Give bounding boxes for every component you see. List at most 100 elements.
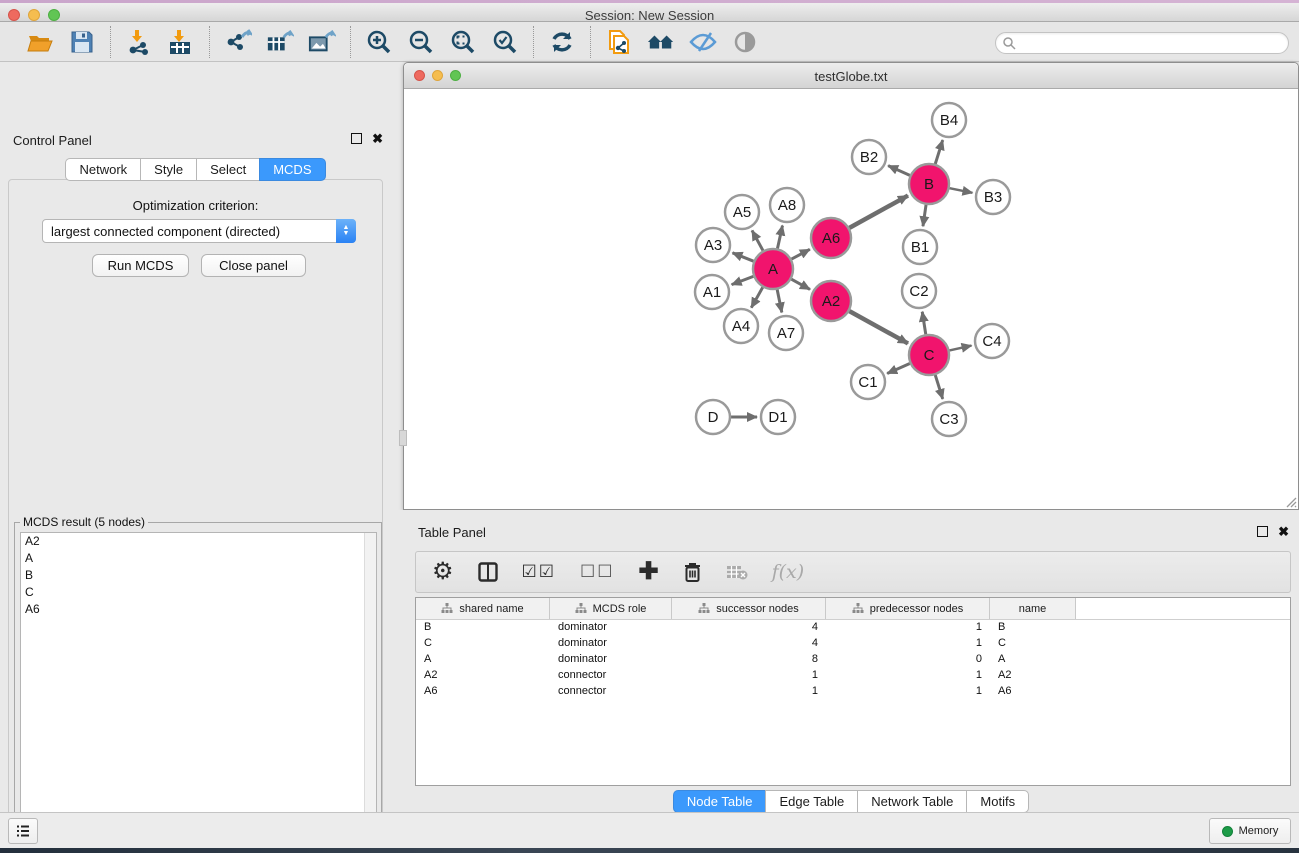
- export-table-icon[interactable]: [266, 28, 294, 56]
- import-network-icon[interactable]: [125, 28, 153, 56]
- column-header-name[interactable]: name: [990, 598, 1076, 619]
- cell-name[interactable]: A6: [990, 684, 1076, 700]
- float-panel-icon[interactable]: [1257, 526, 1268, 537]
- tab-mcds[interactable]: MCDS: [259, 158, 325, 181]
- tab-network[interactable]: Network: [65, 158, 140, 181]
- tab-motifs[interactable]: Motifs: [966, 790, 1029, 813]
- cell-successor-nodes[interactable]: 4: [672, 636, 826, 652]
- network-window-titlebar[interactable]: testGlobe.txt: [404, 63, 1298, 89]
- cell-shared-name[interactable]: A2: [416, 668, 550, 684]
- zoom-out-icon[interactable]: [407, 28, 435, 56]
- delete-column-trash-icon[interactable]: [683, 561, 702, 583]
- table-row-b[interactable]: Bdominator41B: [416, 620, 1290, 636]
- zoom-selected-icon[interactable]: [491, 28, 519, 56]
- hide-graphics-icon[interactable]: [689, 28, 717, 56]
- graph-edge-A-A8[interactable]: [777, 226, 782, 249]
- result-item-b[interactable]: B: [21, 567, 376, 584]
- cell-mcds-role[interactable]: dominator: [550, 652, 672, 668]
- close-panel-icon[interactable]: ✖: [372, 133, 383, 144]
- cell-predecessor-nodes[interactable]: 1: [826, 636, 990, 652]
- deselect-all-rows-icon[interactable]: ☐☐: [580, 562, 614, 582]
- cell-successor-nodes[interactable]: 1: [672, 684, 826, 700]
- export-network-icon[interactable]: [224, 28, 252, 56]
- cell-name[interactable]: B: [990, 620, 1076, 636]
- run-mcds-button[interactable]: Run MCDS: [92, 254, 189, 277]
- search-field[interactable]: [1016, 36, 1288, 50]
- cell-mcds-role[interactable]: dominator: [550, 620, 672, 636]
- task-monitor-button[interactable]: [8, 818, 38, 844]
- cell-mcds-role[interactable]: connector: [550, 684, 672, 700]
- graph-edge-A6-B[interactable]: [849, 196, 908, 228]
- graph-edge-C-C4[interactable]: [949, 346, 971, 351]
- search-input[interactable]: [995, 32, 1289, 54]
- cell-predecessor-nodes[interactable]: 1: [826, 620, 990, 636]
- cell-predecessor-nodes[interactable]: 1: [826, 684, 990, 700]
- graph-edge-A-A3[interactable]: [732, 253, 753, 261]
- show-graphics-icon[interactable]: [731, 28, 759, 56]
- graph-edge-A2-C[interactable]: [849, 311, 908, 343]
- float-panel-icon[interactable]: [351, 133, 362, 144]
- tab-network-table[interactable]: Network Table: [857, 790, 966, 813]
- graph-edge-A-A1[interactable]: [732, 276, 754, 284]
- cell-shared-name[interactable]: A6: [416, 684, 550, 700]
- cell-mcds-role[interactable]: dominator: [550, 636, 672, 652]
- cell-name[interactable]: C: [990, 636, 1076, 652]
- mcds-result-list[interactable]: A2ABCA6: [20, 532, 377, 853]
- cell-shared-name[interactable]: A: [416, 652, 550, 668]
- dropdown-stepper-icon[interactable]: ▲▼: [336, 219, 356, 243]
- zoom-fit-icon[interactable]: [449, 28, 477, 56]
- cell-name[interactable]: A: [990, 652, 1076, 668]
- select-all-rows-icon[interactable]: ☑☑: [522, 562, 556, 582]
- add-column-icon[interactable]: ✚: [638, 562, 658, 582]
- cell-shared-name[interactable]: B: [416, 620, 550, 636]
- network-graph-canvas[interactable]: B4B2BB3A8A5A6B1A3AC2A1A2A4A7C4CC1DD1C3: [405, 89, 1298, 509]
- graph-edge-C-C1[interactable]: [887, 363, 910, 373]
- tab-node-table[interactable]: Node Table: [673, 790, 766, 813]
- graph-edge-B-B2[interactable]: [888, 166, 910, 176]
- duplicate-network-icon[interactable]: [605, 28, 633, 56]
- window-resize-grip[interactable]: [1283, 494, 1297, 508]
- cell-mcds-role[interactable]: connector: [550, 668, 672, 684]
- column-header-mcds-role[interactable]: MCDS role: [550, 598, 672, 619]
- graph-edge-A-A7[interactable]: [777, 290, 782, 313]
- zoom-in-icon[interactable]: [365, 28, 393, 56]
- result-item-c[interactable]: C: [21, 584, 376, 601]
- graph-edge-B-B1[interactable]: [923, 205, 926, 226]
- vertical-splitter-handle[interactable]: [399, 430, 407, 446]
- graph-edge-A-A2[interactable]: [791, 279, 810, 289]
- memory-status-button[interactable]: Memory: [1209, 818, 1291, 844]
- cell-predecessor-nodes[interactable]: 0: [826, 652, 990, 668]
- column-visibility-icon[interactable]: [478, 562, 498, 582]
- table-row-a[interactable]: Adominator80A: [416, 652, 1290, 668]
- tab-edge-table[interactable]: Edge Table: [765, 790, 857, 813]
- graph-edge-B-B3[interactable]: [950, 188, 973, 193]
- cell-successor-nodes[interactable]: 4: [672, 620, 826, 636]
- column-header-successor-nodes[interactable]: successor nodes: [672, 598, 826, 619]
- cell-shared-name[interactable]: C: [416, 636, 550, 652]
- close-panel-button[interactable]: Close panel: [201, 254, 306, 277]
- table-row-a6[interactable]: A6connector11A6: [416, 684, 1290, 700]
- node-table[interactable]: shared nameMCDS rolesuccessor nodesprede…: [415, 597, 1291, 786]
- tab-select[interactable]: Select: [196, 158, 259, 181]
- export-image-icon[interactable]: [308, 28, 336, 56]
- graph-edge-A-A5[interactable]: [752, 230, 763, 250]
- import-table-icon[interactable]: [167, 28, 195, 56]
- cell-successor-nodes[interactable]: 8: [672, 652, 826, 668]
- optimization-criterion-dropdown[interactable]: largest connected component (directed) ▲…: [42, 219, 356, 243]
- graph-edge-A-A4[interactable]: [751, 287, 762, 307]
- column-header-predecessor-nodes[interactable]: predecessor nodes: [826, 598, 990, 619]
- graph-edge-C-C3[interactable]: [935, 375, 942, 399]
- result-item-a[interactable]: A: [21, 550, 376, 567]
- open-file-icon[interactable]: [26, 28, 54, 56]
- result-item-a2[interactable]: A2: [21, 533, 376, 550]
- graph-edge-C-C2[interactable]: [922, 312, 926, 335]
- result-item-a6[interactable]: A6: [21, 601, 376, 618]
- table-row-c[interactable]: Cdominator41C: [416, 636, 1290, 652]
- column-header-shared-name[interactable]: shared name: [416, 598, 550, 619]
- result-scrollbar-track[interactable]: [364, 533, 376, 853]
- graph-edge-A-A6[interactable]: [792, 249, 810, 259]
- close-panel-icon[interactable]: ✖: [1278, 526, 1289, 537]
- refresh-layout-icon[interactable]: [548, 28, 576, 56]
- table-row-a2[interactable]: A2connector11A2: [416, 668, 1290, 684]
- cell-successor-nodes[interactable]: 1: [672, 668, 826, 684]
